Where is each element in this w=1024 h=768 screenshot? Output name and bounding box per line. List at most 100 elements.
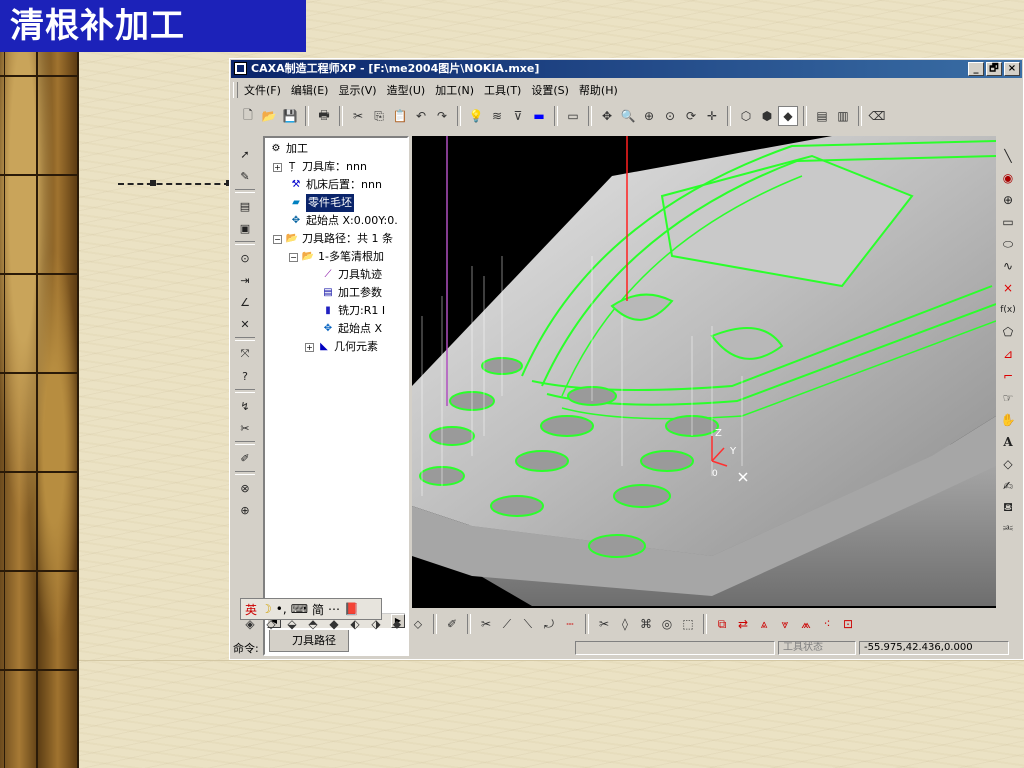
menu-icon[interactable]: ⋯ [328, 602, 340, 616]
ellipse-icon[interactable]: ⬭ [999, 235, 1017, 253]
query-icon[interactable]: ? [236, 367, 254, 385]
edit-curve-icon[interactable]: ✐ [236, 449, 254, 467]
formula-curve-icon[interactable]: f(x) [999, 301, 1017, 319]
layer-manage-icon[interactable]: ▤ [813, 107, 831, 125]
spline-icon[interactable]: ∿ [999, 257, 1017, 275]
move-geom-icon[interactable]: ⇄ [734, 615, 752, 633]
move-icon[interactable]: ✛ [703, 107, 721, 125]
surface-tool-icon[interactable]: ⬦ [409, 615, 427, 633]
zoom-dynamic-icon[interactable]: ⊙ [661, 107, 679, 125]
expand-icon[interactable]: + [305, 342, 314, 352]
mirror-plane-icon[interactable]: ⩔ [776, 615, 794, 633]
tree-item[interactable]: ⚒ 机床后置：nnn [289, 176, 382, 194]
print-icon[interactable]: 🖶 [315, 107, 333, 125]
tray-icon[interactable]: ⎃ [999, 521, 1017, 539]
properties-icon[interactable]: ▤ [236, 197, 254, 215]
cut-surface-icon[interactable]: ✂ [595, 615, 613, 633]
merge-icon[interactable]: ◎ [658, 615, 676, 633]
collapse-icon[interactable]: − [289, 252, 298, 262]
eraser-icon[interactable]: ⌫ [868, 107, 886, 125]
eraser-icon[interactable]: ✐ [443, 615, 461, 633]
rectangle-icon[interactable]: ▭ [999, 213, 1017, 231]
rotate-icon[interactable]: ⟳ [682, 107, 700, 125]
globe-icon[interactable]: ⊕ [236, 501, 254, 519]
text-icon[interactable]: A [999, 433, 1017, 451]
window-icon[interactable]: ▭ [564, 107, 582, 125]
collapse-icon[interactable]: − [273, 234, 282, 244]
keyboard-icon[interactable]: ⌨ [291, 602, 308, 616]
bucket-icon[interactable]: ⛾ [999, 499, 1017, 517]
copy-geom-icon[interactable]: ⧉ [713, 615, 731, 633]
edit-icon[interactable]: ✍ [999, 477, 1017, 495]
dash-line-icon[interactable]: ┄ [561, 615, 579, 633]
filter-icon[interactable]: ⊽ [509, 107, 527, 125]
fill-icon[interactable]: ⬚ [679, 615, 697, 633]
menu-help[interactable]: 帮助(H) [574, 82, 623, 98]
render-icon[interactable]: ▣ [236, 219, 254, 237]
tree-item[interactable]: ▮ 铣刀:R1 I [321, 302, 385, 320]
layers-icon[interactable]: ≋ [488, 107, 506, 125]
lightbulb-icon[interactable]: 💡 [467, 107, 485, 125]
trim-icon[interactable]: ✂ [477, 615, 495, 633]
center-circle-icon[interactable]: ⊕ [999, 191, 1017, 209]
menu-edit[interactable]: 编辑(E) [286, 82, 334, 98]
tree-item[interactable]: ⟋ 刀具轨迹 [321, 266, 383, 284]
angle-icon[interactable]: ∠ [236, 293, 254, 311]
fillet-icon[interactable]: ⊿ [999, 345, 1017, 363]
scatter-icon[interactable]: ⁖ [818, 615, 836, 633]
tree-root[interactable]: ⚙ 加工 [269, 140, 308, 158]
measure-icon[interactable]: ⇥ [236, 271, 254, 289]
offset-surface-icon[interactable]: ◊ [616, 615, 634, 633]
tree-item[interactable]: ✥ 起始点 X:0.00Y:0. [289, 212, 398, 230]
hidden-line-icon[interactable]: ⬢ [758, 107, 776, 125]
ime-mode[interactable]: 简 [312, 601, 324, 618]
minimize-button[interactable]: _ [968, 62, 984, 76]
book-icon[interactable]: 📕 [344, 602, 359, 616]
menu-file[interactable]: 文件(F) [239, 82, 286, 98]
menu-modeling[interactable]: 造型(U) [382, 82, 431, 98]
transform-icon[interactable]: ⤧ [236, 345, 254, 363]
punct-icon[interactable]: •, [276, 602, 287, 616]
join-icon[interactable]: ⤾ [540, 615, 558, 633]
menu-tools[interactable]: 工具(T) [479, 82, 526, 98]
circle-dot-icon[interactable]: ◉ [999, 169, 1017, 187]
dimension-icon[interactable]: ⊙ [236, 249, 254, 267]
cut-icon[interactable]: ✂ [349, 107, 367, 125]
shaded-icon[interactable]: ◆ [778, 106, 798, 126]
tree-item[interactable]: ▰ 零件毛坯 [289, 194, 354, 212]
line-icon[interactable]: ╲ [999, 147, 1017, 165]
trim-icon[interactable]: ✂ [236, 419, 254, 437]
wireframe-icon[interactable]: ⬡ [737, 107, 755, 125]
menu-view[interactable]: 显示(V) [333, 82, 381, 98]
ime-lang[interactable]: 英 [245, 601, 257, 618]
menu-machining[interactable]: 加工(N) [430, 82, 479, 98]
corner-icon[interactable]: ⌐ [999, 367, 1017, 385]
close-button[interactable]: × [1004, 62, 1020, 76]
save-icon[interactable]: 💾 [281, 107, 299, 125]
tree-item[interactable]: ▤ 加工参数 [321, 284, 382, 302]
copy-icon[interactable]: ⎘ [370, 107, 388, 125]
curve-tool-icon[interactable]: ↯ [236, 397, 254, 415]
polygon-icon[interactable]: ⬠ [999, 323, 1017, 341]
target-icon[interactable]: ⊗ [236, 479, 254, 497]
menu-settings[interactable]: 设置(S) [526, 82, 574, 98]
color-icon[interactable]: ▬ [530, 107, 548, 125]
zoom-in-icon[interactable]: ⊕ [640, 107, 658, 125]
surface-tool-icon[interactable]: ⬥ [388, 615, 406, 633]
3d-viewport[interactable]: Z Y 0 [412, 136, 996, 608]
restore-button[interactable]: 🗗 [986, 62, 1002, 76]
tree-item[interactable]: − 📂 1-多笔清根加 [289, 248, 384, 266]
tree-item[interactable]: + ◣ 几何元素 [305, 338, 378, 356]
array-icon[interactable]: ⩕ [797, 615, 815, 633]
undo-icon[interactable]: ↶ [412, 107, 430, 125]
sketch-pen-icon[interactable]: ✎ [236, 167, 254, 185]
command-prompt[interactable]: 命令: [231, 640, 575, 656]
point-icon[interactable]: × [999, 279, 1017, 297]
mirror-icon[interactable]: ⩓ [755, 615, 773, 633]
tree-item[interactable]: ✥ 起始点 X [321, 320, 382, 338]
layer-toggle-icon[interactable]: ▥ [834, 107, 852, 125]
hand-icon[interactable]: ☞ [999, 389, 1017, 407]
moon-icon[interactable]: ☽ [261, 602, 272, 616]
ime-toolbar[interactable]: 英 ☽ •, ⌨ 简 ⋯ 📕 [240, 598, 382, 620]
select-arrow-icon[interactable]: ➚ [236, 145, 254, 163]
